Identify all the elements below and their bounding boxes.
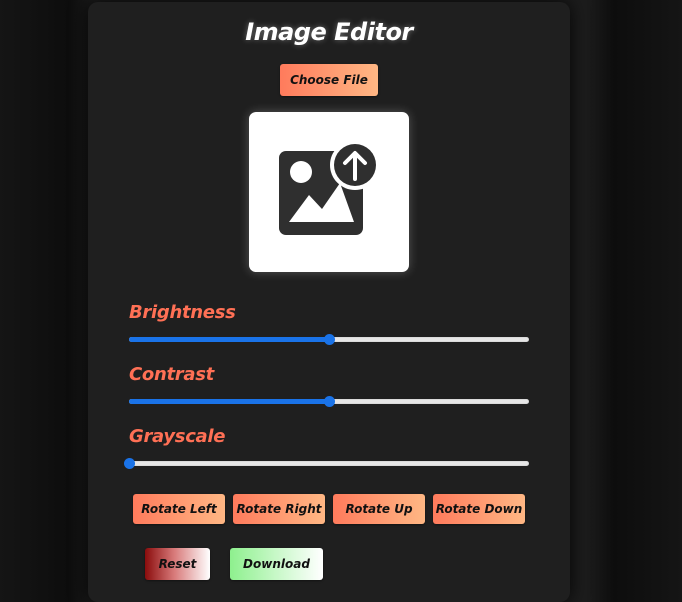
page-title: Image Editor — [245, 18, 413, 46]
rotate-up-button[interactable]: Rotate Up — [333, 494, 425, 524]
grayscale-slider[interactable] — [124, 456, 529, 470]
slider-fill — [129, 399, 329, 404]
image-upload-icon — [279, 140, 380, 235]
slider-track — [129, 461, 529, 466]
rotate-right-button[interactable]: Rotate Right — [233, 494, 325, 524]
reset-button[interactable]: Reset — [145, 548, 210, 580]
brightness-slider[interactable] — [129, 332, 529, 346]
rotate-down-button[interactable]: Rotate Down — [433, 494, 525, 524]
image-preview[interactable] — [249, 112, 409, 272]
contrast-label: Contrast — [129, 364, 214, 385]
slider-thumb[interactable] — [324, 334, 335, 345]
choose-file-button[interactable]: Choose File — [280, 64, 378, 96]
grayscale-label: Grayscale — [129, 426, 226, 447]
rotate-left-button[interactable]: Rotate Left — [133, 494, 225, 524]
slider-thumb[interactable] — [124, 458, 135, 469]
download-button[interactable]: Download — [230, 548, 323, 580]
brightness-label: Brightness — [129, 302, 236, 323]
slider-fill — [129, 337, 329, 342]
contrast-slider[interactable] — [129, 394, 529, 408]
slider-thumb[interactable] — [324, 396, 335, 407]
